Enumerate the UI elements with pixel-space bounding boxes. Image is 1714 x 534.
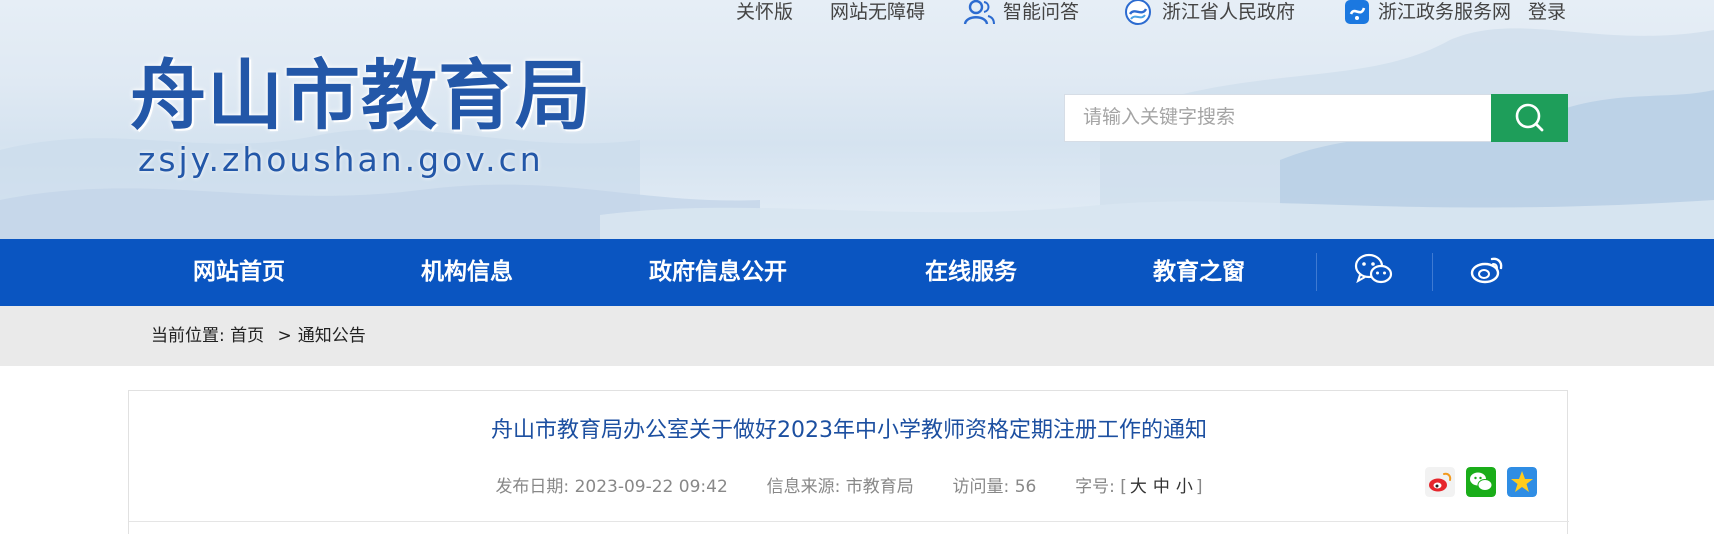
search-input[interactable] (1065, 95, 1493, 141)
main-nav: 网站首页 机构信息 政府信息公开 在线服务 教育之窗 (0, 239, 1714, 306)
user-icon (963, 0, 995, 25)
login-link[interactable]: 登录 (1528, 0, 1566, 24)
bracket-open: [ (1120, 477, 1127, 497)
breadcrumb: 当前位置: 首页 > 通知公告 (151, 306, 366, 366)
nav-org-info[interactable]: 机构信息 (421, 239, 513, 306)
font-size-large[interactable]: 大 (1127, 477, 1150, 497)
search-box (1064, 94, 1493, 142)
publish-date-label: 发布日期: (495, 477, 570, 497)
wechat-icon[interactable] (1354, 253, 1394, 287)
breadcrumb-separator: > (277, 326, 292, 346)
top-links-bar: 关怀版 网站无障碍 智能问答 浙江省人民政府 浙江政务服务网 登录 (0, 0, 1714, 25)
search-button[interactable] (1491, 94, 1568, 142)
bracket-close: ] (1195, 477, 1203, 497)
nav-divider (1432, 253, 1433, 291)
zhejiang-service-icon (1345, 0, 1369, 24)
article-title: 舟山市教育局办公室关于做好2023年中小学教师资格定期注册工作的通知 (491, 418, 1207, 443)
card-divider (129, 521, 1569, 522)
accessibility-link[interactable]: 网站无障碍 (830, 0, 925, 24)
source-label: 信息来源: (766, 477, 841, 497)
weibo-icon[interactable] (1470, 253, 1506, 285)
publish-date: 2023-09-22 09:42 (574, 477, 728, 497)
nav-education-window[interactable]: 教育之窗 (1153, 239, 1245, 306)
breadcrumb-prefix: 当前位置: (151, 326, 225, 346)
breadcrumb-bar: 当前位置: 首页 > 通知公告 (0, 306, 1714, 366)
site-logo-url: zsjy.zhoushan.gov.cn (138, 140, 544, 179)
zhejiang-gov-link[interactable]: 浙江省人民政府 (1162, 0, 1295, 24)
smart-qa-link[interactable]: 智能问答 (1003, 0, 1079, 24)
share-wechat-icon[interactable] (1466, 467, 1496, 497)
zhejiang-gov-icon (1125, 0, 1151, 25)
breadcrumb-home[interactable]: 首页 (230, 326, 264, 346)
site-logo-title[interactable]: 舟山市教育局 (130, 54, 592, 138)
zhejiang-service-link[interactable]: 浙江政务服务网 (1378, 0, 1511, 24)
search-icon (1515, 103, 1544, 132)
share-weibo-icon[interactable] (1425, 467, 1455, 497)
source-value: 市教育局 (845, 477, 914, 497)
views-count: 56 (1014, 477, 1037, 497)
article-card: 舟山市教育局办公室关于做好2023年中小学教师资格定期注册工作的通知 发布日期:… (128, 390, 1569, 534)
care-version-link[interactable]: 关怀版 (736, 0, 793, 24)
share-qzone-icon[interactable] (1507, 467, 1537, 497)
nav-online-service[interactable]: 在线服务 (925, 239, 1017, 306)
breadcrumb-current[interactable]: 通知公告 (298, 326, 366, 346)
nav-home[interactable]: 网站首页 (193, 239, 285, 306)
header-banner: 关怀版 网站无障碍 智能问答 浙江省人民政府 浙江政务服务网 登录 舟山市教育局… (0, 0, 1714, 239)
font-size-small[interactable]: 小 (1173, 477, 1196, 497)
article-meta: 发布日期: 2023-09-22 09:42 信息来源: 市教育局 访问量: 5… (129, 474, 1569, 500)
font-size-label: 字号: (1075, 477, 1115, 497)
nav-gov-info-disclosure[interactable]: 政府信息公开 (649, 239, 787, 306)
nav-divider (1316, 253, 1317, 291)
views-label: 访问量: (952, 477, 1010, 497)
font-size-medium[interactable]: 中 (1150, 477, 1173, 497)
